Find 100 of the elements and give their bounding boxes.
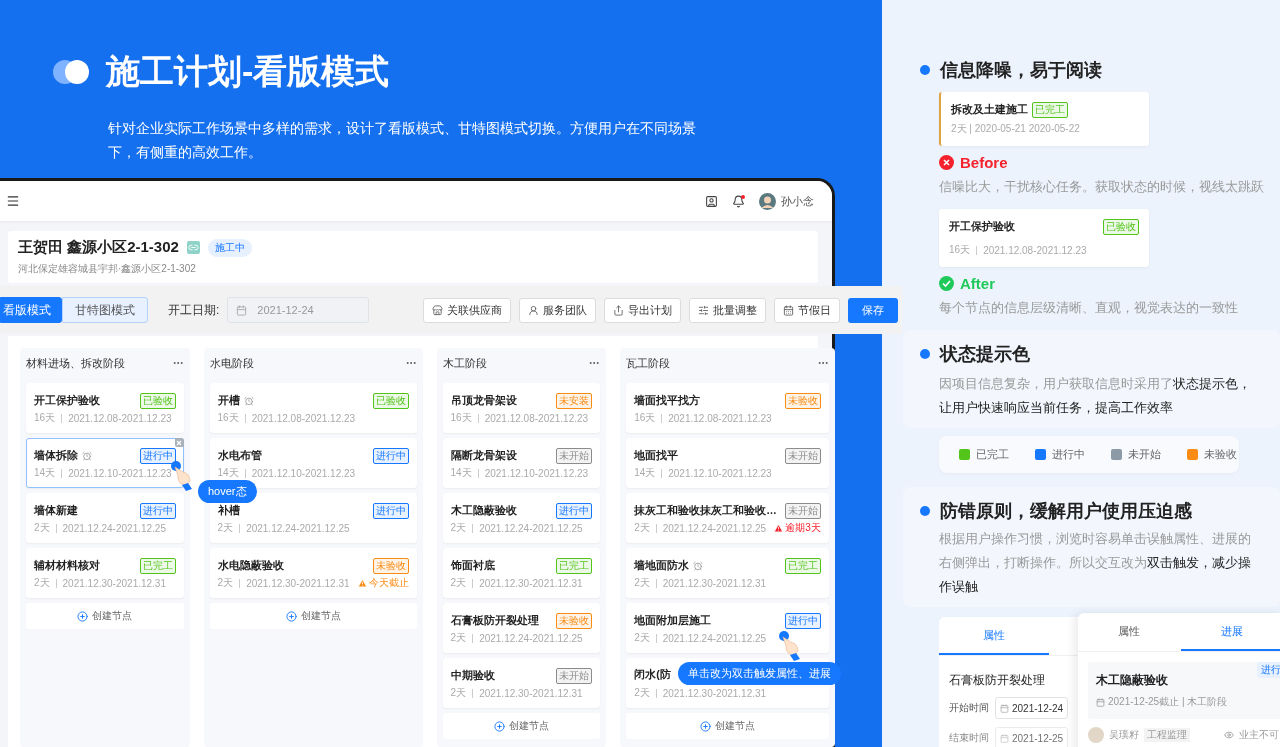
duration-text: 16天 xyxy=(34,411,56,425)
date-range: 2021.12.30-2021.12.31 xyxy=(479,577,583,589)
duration-text: 2天 xyxy=(634,521,650,535)
section-heading: 信息降噪，易于阅读 xyxy=(940,59,1102,82)
column-title: 水电阶段 xyxy=(209,355,254,371)
date-range: 2021.12.08-2021.12.23 xyxy=(484,412,589,424)
status-badge: 进行中 xyxy=(139,503,176,519)
task-title: 石膏板防开裂处理 xyxy=(450,614,539,628)
date-range: 2021.12.24-2021.12.25 xyxy=(479,522,583,534)
duration-text: 16天 xyxy=(450,411,472,425)
date-range: 2021.12.10-2021.12.23 xyxy=(68,467,172,479)
task-meta: 2天 | 2020-05-21 2020-05-22 xyxy=(951,122,1080,136)
task-title: 水电布管 xyxy=(217,449,262,463)
date-range: 2021.12.24-2021.12.25 xyxy=(662,632,767,644)
duration-text: 2天 xyxy=(634,576,650,590)
date-range: 2021.12.08-2021.12.23 xyxy=(68,412,172,424)
field-label: 结束时间 xyxy=(949,731,989,745)
visibility-text: 业主不可 xyxy=(1239,728,1279,742)
duration-text: 14天 xyxy=(34,466,56,480)
task-title: 拆改及土建施工 xyxy=(951,103,1028,117)
task-title: 隔断龙骨架设 xyxy=(450,449,517,463)
deadline-warning: 今天截止 xyxy=(357,576,409,590)
section-heading: 状态提示色 xyxy=(940,343,1030,366)
task-title: 抹灰工和验收抹灰工和验收… xyxy=(634,504,777,518)
status-badge: 未开始 xyxy=(784,448,821,464)
date-range: 2021.12.30-2021.12.31 xyxy=(62,577,166,589)
legend-label: 已完工 xyxy=(976,447,1009,462)
date-range: 2021.12.24-2021.12.25 xyxy=(246,522,350,534)
project-name: 王贺田 鑫源小区2-1-302 xyxy=(18,238,179,257)
deadline-warning: 逾期3天 xyxy=(774,521,821,535)
date-range: 2021.12.10-2021.12.23 xyxy=(484,467,589,479)
status-badge: 进行中 xyxy=(372,448,409,464)
task-title: 石膏板防开裂处理 xyxy=(949,672,1045,689)
date-range: 2021.12.30-2021.12.31 xyxy=(662,577,767,589)
task-title: 木工隐蔽验收 xyxy=(450,504,517,518)
status-badge: 进行 xyxy=(1257,662,1280,678)
task-title: 墙体新建 xyxy=(34,504,78,518)
duration-text: 2天 xyxy=(450,686,467,700)
status-badge: 已验收 xyxy=(372,393,409,409)
status-badge: 未验收 xyxy=(556,613,593,629)
project-status: 施工中 xyxy=(207,238,252,257)
duration-text: 16天 xyxy=(949,243,971,257)
date-label: 开工日期: xyxy=(168,301,220,319)
duration-text: 14天 xyxy=(217,466,239,480)
date-range: 2021.12.24-2021.12.25 xyxy=(479,632,583,644)
date-range: 2021.12.08-2021.12.23 xyxy=(251,412,356,424)
field-label: 开始时间 xyxy=(949,701,989,715)
column-title: 木工阶段 xyxy=(442,355,487,371)
legend-label: 未验收 xyxy=(1204,447,1237,462)
tooltip-bubble: hover态 xyxy=(198,480,257,503)
status-badge: 已完工 xyxy=(784,558,821,574)
legend-label: 进行中 xyxy=(1052,447,1085,462)
task-title: 开工保护验收 xyxy=(949,220,1015,234)
duration-text: 16天 xyxy=(634,411,656,425)
date-range: 2021.12.30-2021.12.31 xyxy=(246,577,350,589)
task-title: 吊顶龙骨架设 xyxy=(450,394,517,408)
status-badge: 已验收 xyxy=(1103,219,1139,235)
duration-text: 2天 xyxy=(217,576,234,590)
status-badge: 已完工 xyxy=(556,558,593,574)
duration-text: 2天 xyxy=(634,686,650,700)
status-badge: 进行中 xyxy=(372,503,409,519)
task-title: 饰面衬底 xyxy=(450,559,495,573)
date-range: 2021.12.10-2021.12.23 xyxy=(668,467,772,479)
task-title: 辅材材料核对 xyxy=(34,559,100,573)
task-title: 中期验收 xyxy=(450,669,495,683)
section-text: 因项目信息复杂，用户获取信息时采用了状态提示色，让用户快速响应当前任务，提高工作效率 xyxy=(939,375,1252,417)
section-text: 信噪比大，干扰核心任务。获取状态的时候，视线太跳跃 xyxy=(939,178,1265,196)
status-badge: 进行中 xyxy=(784,613,821,629)
tooltip-bubble: 单击改为双击触发属性、进展 xyxy=(678,662,842,685)
status-badge: 进行中 xyxy=(556,503,593,519)
status-badge: 未开始 xyxy=(784,503,821,519)
before-label: Before xyxy=(960,154,1008,171)
role-tag: 工程监理 xyxy=(1144,728,1190,742)
task-title: 水电隐蔽验收 xyxy=(217,559,284,573)
duration-text: 16天 xyxy=(217,411,239,425)
date-range: 2021.12.30-2021.12.31 xyxy=(662,687,767,699)
task-title: 墙面找平找方 xyxy=(634,394,701,408)
duration-text: 2天 xyxy=(450,631,467,645)
duration-text: 14天 xyxy=(634,466,656,480)
status-badge: 已完工 xyxy=(139,558,176,574)
column-title: 材料进场、拆改阶段 xyxy=(26,355,125,371)
section-heading: 防错原则，缓解用户使用压迫感 xyxy=(940,500,1192,523)
duration-text: 2天 xyxy=(34,521,50,535)
status-badge: 未开始 xyxy=(556,668,593,684)
duration-text: 14天 xyxy=(450,466,472,480)
task-title: 木工隐蔽验收 xyxy=(1096,672,1169,689)
status-badge: 进行中 xyxy=(139,448,176,464)
page-title: 施工计划-看版模式 xyxy=(106,51,390,92)
project-address: 河北保定雄容城县宇邦·鑫源小区2-1-302 xyxy=(18,262,197,276)
status-badge: 未安装 xyxy=(556,393,593,409)
date-range: 2021.12.24-2021.12.25 xyxy=(62,522,166,534)
duration-text: 2天 xyxy=(450,521,467,535)
duration-text: 2天 xyxy=(634,631,650,645)
date-range: 2021.12.30-2021.12.31 xyxy=(479,687,583,699)
after-label: After xyxy=(960,275,995,292)
task-title: 地面附加层施工 xyxy=(634,614,712,628)
status-badge: 未验收 xyxy=(372,558,409,574)
status-badge: 未验收 xyxy=(784,393,821,409)
column-title: 瓦工阶段 xyxy=(626,355,671,371)
duration-text: 2天 xyxy=(450,576,467,590)
